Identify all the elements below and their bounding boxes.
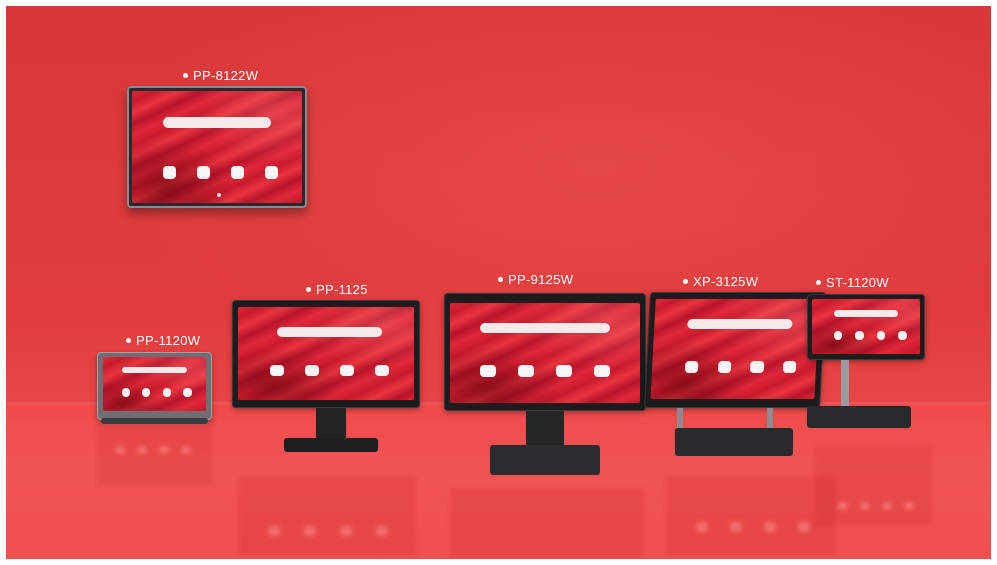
app-icon (833, 330, 843, 340)
model-label-pp-1125: PP-1125 (306, 282, 368, 297)
app-icon (304, 364, 319, 376)
tablet-screen (132, 91, 302, 203)
app-icon (162, 388, 171, 397)
floor-reflection (666, 476, 836, 556)
model-label-st-1120w: ST-1120W (816, 275, 889, 290)
app-icon (855, 330, 864, 340)
app-icon (898, 330, 908, 340)
app-icon (121, 388, 130, 397)
app-icon (518, 365, 534, 377)
device-pp-1120w (97, 352, 212, 424)
app-icon (782, 361, 797, 373)
device-pp-1125 (232, 300, 420, 458)
app-icon (162, 166, 177, 180)
tablet-screen (103, 357, 206, 411)
app-icon (684, 361, 699, 373)
model-label-pp-8122w: PP-8122W (183, 68, 258, 83)
app-icon (480, 365, 496, 377)
search-bar (686, 319, 793, 329)
pos-screen (812, 299, 920, 354)
device-stand (841, 360, 849, 412)
device-pp-9125w (444, 293, 646, 478)
pos-screen (450, 303, 640, 403)
search-bar (121, 366, 188, 374)
app-icon (876, 330, 886, 340)
search-bar (480, 323, 610, 333)
app-icon (264, 166, 279, 180)
app-icon (196, 166, 211, 180)
floor-reflection (238, 476, 416, 556)
app-icon (183, 388, 192, 397)
nav-home-icon (217, 192, 221, 197)
app-icon (750, 361, 764, 373)
model-label-pp-1120w: PP-1120W (126, 333, 200, 348)
device-base (490, 445, 600, 475)
search-bar (276, 327, 383, 337)
product-lineup-photo: PP-8122W PP-1120W PP-1125 PP-9125W XP-31… (6, 6, 991, 559)
floor-reflection (450, 488, 644, 558)
search-bar (162, 116, 272, 128)
device-base (807, 406, 911, 428)
app-icon (230, 166, 245, 180)
app-icon (269, 364, 284, 376)
floor-reflection (97, 426, 212, 486)
device-pp-8122w (127, 86, 307, 214)
search-bar (833, 310, 899, 317)
app-icon (556, 365, 572, 377)
device-base (284, 438, 378, 452)
model-label-pp-9125w: PP-9125W (498, 272, 573, 287)
device-base (101, 418, 208, 424)
app-icon (340, 364, 355, 376)
floor-reflection (814, 446, 932, 526)
app-icon (142, 388, 151, 397)
pos-screen (238, 307, 414, 400)
app-icon (375, 364, 390, 376)
device-st-1120w (807, 294, 929, 432)
app-icon (594, 365, 610, 377)
model-label-xp-3125w: XP-3125W (683, 274, 758, 289)
device-xp-3125w (643, 292, 827, 462)
app-icon (717, 361, 732, 373)
device-base (675, 428, 793, 456)
pos-screen (650, 299, 820, 399)
